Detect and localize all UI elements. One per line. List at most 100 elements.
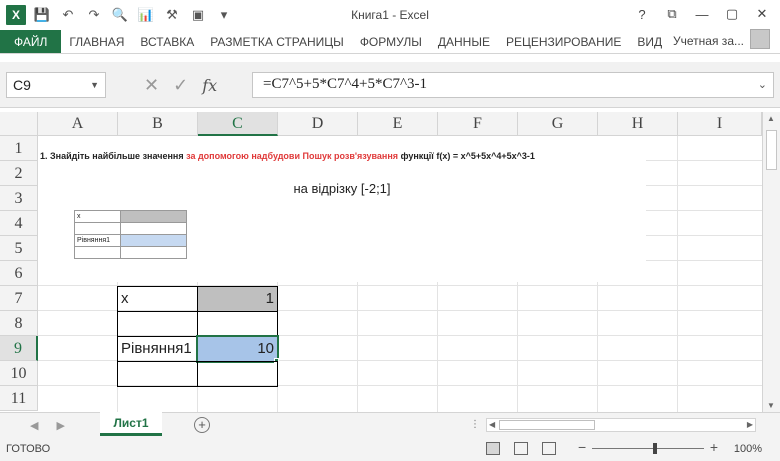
cell-c8[interactable]: [197, 311, 278, 337]
row-header-10[interactable]: 10: [0, 361, 38, 386]
scroll-left-icon[interactable]: ◀: [489, 420, 495, 429]
column-header-h[interactable]: H: [598, 112, 678, 136]
formula-text: =C7^5+5*C7^4+5*C7^3-1: [263, 76, 428, 92]
cell-c9[interactable]: 10: [196, 335, 279, 363]
column-header-a[interactable]: A: [38, 112, 118, 136]
mini-x-value: [120, 210, 187, 223]
page-layout-view-icon[interactable]: [514, 442, 528, 455]
minimize-icon[interactable]: —: [692, 4, 712, 24]
page-break-view-icon[interactable]: [542, 442, 556, 455]
cancel-icon[interactable]: ✕: [144, 75, 159, 96]
column-header-c[interactable]: C: [198, 112, 278, 136]
worksheet-grid[interactable]: A B C D E F G H I 1 2 3 4 5 6 7 8 9 10 1…: [0, 112, 762, 412]
status-bar: ГОТОВО − + 100%: [0, 438, 780, 461]
gridline: [677, 136, 678, 412]
tab-insert[interactable]: ВСТАВКА: [132, 30, 202, 53]
add-sheet-icon[interactable]: +: [194, 417, 210, 433]
hscroll-thumb[interactable]: [499, 420, 595, 430]
window-controls: ? ⧉ — ▢ ✕: [632, 4, 772, 24]
select-all-button[interactable]: [0, 112, 38, 136]
mini-eq-label: Рівняння1: [74, 234, 121, 247]
mini-empty: [74, 222, 121, 235]
insert-function-button[interactable]: fx: [202, 76, 217, 95]
task-suffix: функції f(x) = x^5+5x^4+5x^3-1: [398, 151, 535, 161]
row-header-5[interactable]: 5: [0, 236, 38, 261]
ribbon-tabs: ФАЙЛ ГЛАВНАЯ ВСТАВКА РАЗМЕТКА СТРАНИЦЫ Ф…: [0, 30, 780, 54]
zoom-out-icon[interactable]: −: [578, 439, 586, 455]
close-icon[interactable]: ✕: [752, 4, 772, 24]
tab-review[interactable]: РЕЦЕНЗИРОВАНИЕ: [498, 30, 629, 53]
zoom-knob[interactable]: [653, 443, 657, 454]
name-box-value: C9: [13, 77, 31, 93]
task-picture[interactable]: 1. Знайдіть найбільше значення за допомо…: [38, 136, 646, 282]
cell-c10[interactable]: [197, 361, 278, 387]
name-box[interactable]: C9 ▼: [6, 72, 106, 98]
user-avatar[interactable]: [750, 29, 770, 49]
row-header-8[interactable]: 8: [0, 311, 38, 336]
row-header-1[interactable]: 1: [0, 136, 38, 161]
cell-b10[interactable]: [117, 361, 198, 387]
zoom-level[interactable]: 100%: [734, 443, 762, 455]
row-header-11[interactable]: 11: [0, 386, 38, 411]
cell-b9[interactable]: Рівняння1: [117, 336, 198, 362]
scroll-up-icon[interactable]: ▲: [767, 114, 775, 123]
scroll-down-icon[interactable]: ▼: [767, 401, 775, 410]
task-highlight: за допомогою надбудови Пошук розв'язуван…: [186, 151, 399, 161]
row-header-3[interactable]: 3: [0, 186, 38, 211]
mini-x-label: x: [74, 210, 121, 223]
mini-eq-value: [120, 234, 187, 247]
status-text: ГОТОВО: [6, 443, 51, 455]
expand-formula-icon[interactable]: ⌄: [758, 78, 767, 91]
tab-file[interactable]: ФАЙЛ: [0, 30, 62, 53]
scroll-right-icon[interactable]: ▶: [747, 420, 753, 429]
formula-bar: C9 ▼ ✕ ✓ fx =C7^5+5*C7^4+5*C7^3-1 ⌄: [0, 62, 780, 108]
tab-view[interactable]: ВИД: [629, 30, 670, 53]
next-sheet-icon[interactable]: ▶: [56, 419, 64, 432]
tab-split-handle-icon[interactable]: ⋮: [470, 419, 480, 430]
cell-b8[interactable]: [117, 311, 198, 337]
ribbon-display-icon[interactable]: ⧉: [662, 4, 682, 24]
sheet-tab-bar: ◀ ▶ Лист1 + ⋮ ◀ ▶: [0, 412, 780, 438]
tab-data[interactable]: ДАННЫЕ: [430, 30, 498, 53]
task-interval: на відрізку [-2;1]: [293, 181, 391, 196]
tab-page-layout[interactable]: РАЗМЕТКА СТРАНИЦЫ: [202, 30, 352, 53]
help-icon[interactable]: ?: [632, 4, 652, 24]
row-header-6[interactable]: 6: [0, 261, 38, 286]
cell-c7[interactable]: 1: [197, 286, 278, 312]
horizontal-scrollbar[interactable]: ◀ ▶: [486, 418, 756, 432]
column-header-i[interactable]: I: [678, 112, 762, 136]
title-bar: X 💾 ↶ ↷ 🔍 📊 ⚒ ▣ ▾ Книга1 - Excel ? ⧉ — ▢…: [0, 0, 780, 30]
mini-empty: [120, 222, 187, 235]
task-prefix: 1. Знайдіть найбільше значення: [40, 151, 187, 161]
account-menu[interactable]: Учетная за...: [673, 34, 744, 48]
chevron-down-icon[interactable]: ▼: [90, 80, 99, 90]
zoom-in-icon[interactable]: +: [710, 439, 718, 455]
zoom-track: [592, 448, 704, 449]
column-header-d[interactable]: D: [278, 112, 358, 136]
mini-table: x Рівняння1: [74, 210, 187, 259]
column-header-f[interactable]: F: [438, 112, 518, 136]
zoom-slider[interactable]: − +: [578, 439, 718, 456]
row-header-2[interactable]: 2: [0, 161, 38, 186]
cell-b7[interactable]: x: [117, 286, 198, 312]
row-header-9[interactable]: 9: [0, 336, 38, 361]
view-buttons: [486, 442, 556, 455]
scroll-thumb[interactable]: [766, 130, 777, 170]
formula-input[interactable]: =C7^5+5*C7^4+5*C7^3-1 ⌄: [252, 72, 774, 98]
sheet-navigation: ◀ ▶: [30, 419, 65, 432]
enter-icon[interactable]: ✓: [173, 75, 188, 96]
tab-formulas[interactable]: ФОРМУЛЫ: [352, 30, 430, 53]
row-header-4[interactable]: 4: [0, 211, 38, 236]
tab-home[interactable]: ГЛАВНАЯ: [61, 30, 132, 53]
row-header-7[interactable]: 7: [0, 286, 38, 311]
mini-empty: [120, 246, 187, 259]
column-header-b[interactable]: B: [118, 112, 198, 136]
normal-view-icon[interactable]: [486, 442, 500, 455]
prev-sheet-icon[interactable]: ◀: [30, 419, 38, 432]
vertical-scrollbar[interactable]: ▲ ▼: [762, 112, 780, 412]
formula-buttons: ✕ ✓ fx: [132, 72, 244, 98]
column-header-g[interactable]: G: [518, 112, 598, 136]
column-header-e[interactable]: E: [358, 112, 438, 136]
maximize-icon[interactable]: ▢: [722, 4, 742, 24]
sheet-tab-list1[interactable]: Лист1: [100, 412, 162, 436]
